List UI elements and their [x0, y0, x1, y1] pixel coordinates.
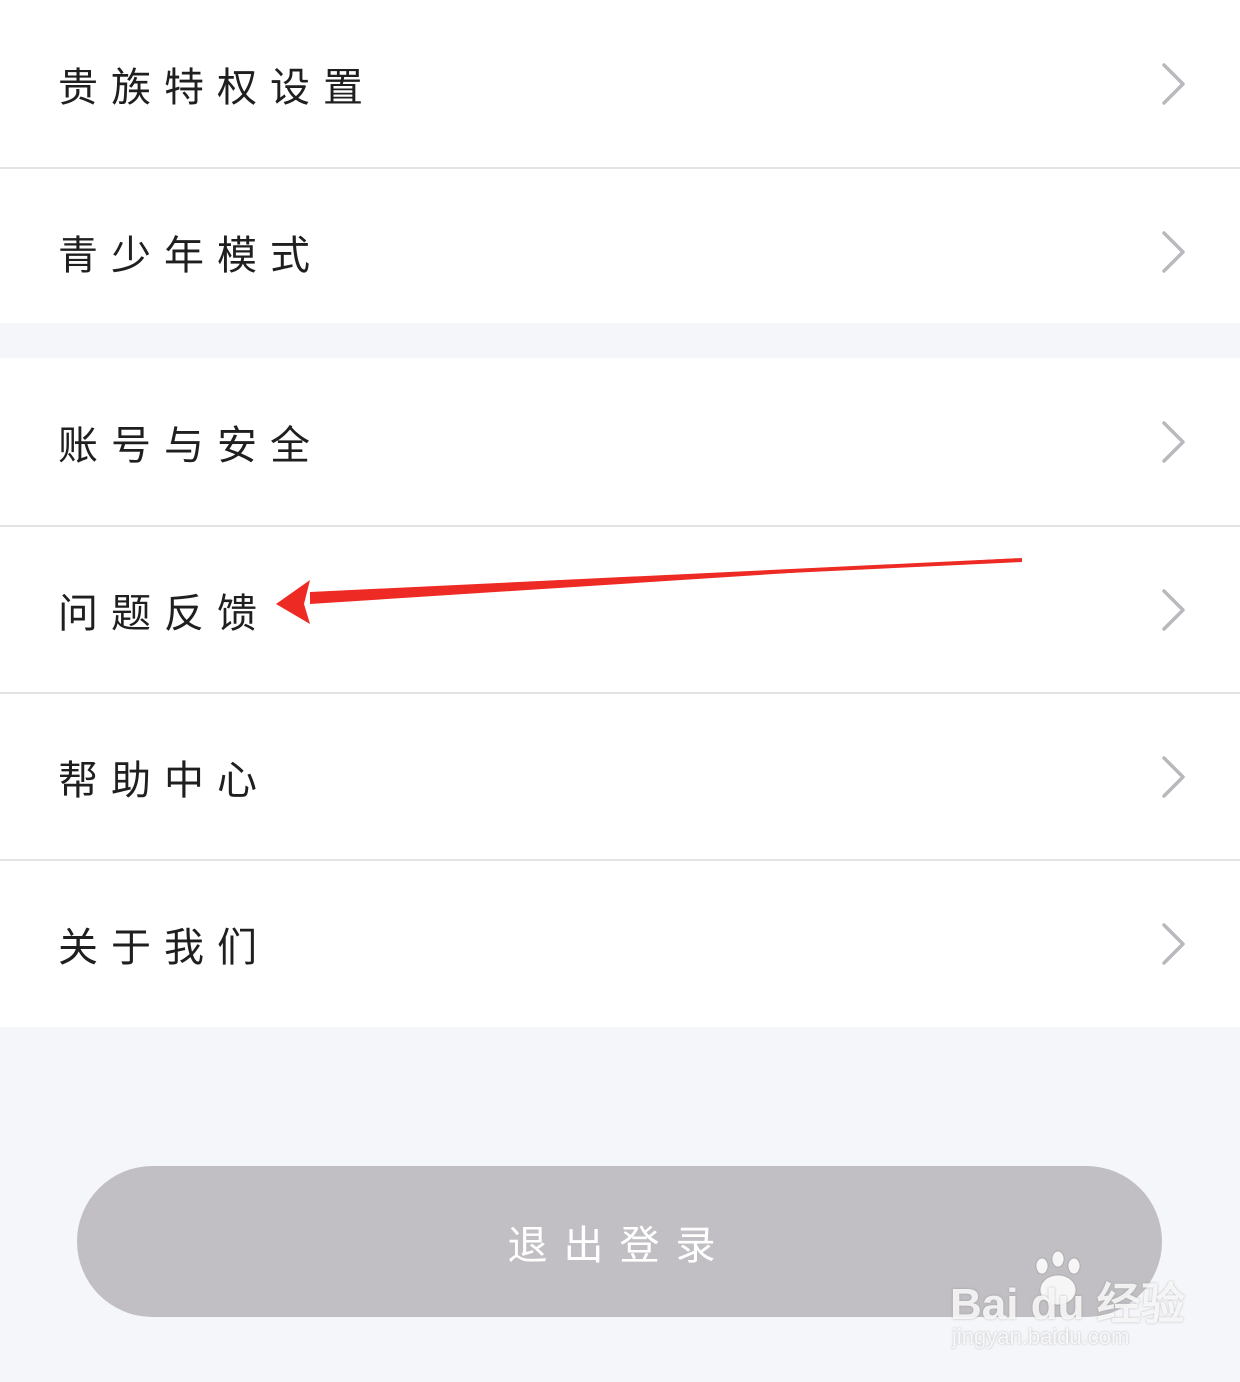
- settings-row-label: 关于我们: [58, 924, 270, 971]
- settings-row-help-center[interactable]: 帮助中心: [0, 692, 1240, 859]
- settings-row-about-us[interactable]: 关于我们: [0, 859, 1240, 1026]
- settings-group-1: 贵族特权设置 青少年模式: [0, 0, 1240, 323]
- settings-row-noble-privileges[interactable]: 贵族特权设置: [0, 0, 1240, 167]
- logout-button[interactable]: 退出登录: [77, 1166, 1162, 1317]
- settings-row-label: 账号与安全: [58, 422, 323, 469]
- settings-row-teen-mode[interactable]: 青少年模式: [0, 167, 1240, 334]
- settings-row-label: 贵族特权设置: [58, 64, 376, 111]
- settings-row-label: 青少年模式: [58, 232, 323, 279]
- chevron-right-icon: [1162, 420, 1185, 463]
- settings-row-label: 帮助中心: [58, 757, 270, 804]
- annotation-arrow-icon: [276, 558, 1022, 624]
- settings-row-account-security[interactable]: 账号与安全: [0, 358, 1240, 525]
- chevron-right-icon: [1162, 230, 1185, 273]
- chevron-right-icon: [1162, 755, 1185, 798]
- settings-group-2: 账号与安全 问题反馈 帮助中心 关于我们: [0, 358, 1240, 1027]
- chevron-right-icon: [1162, 62, 1185, 105]
- watermark-sub-text: jingyan.baidu.com: [952, 1324, 1130, 1349]
- logout-button-label: 退出登录: [507, 1222, 732, 1269]
- settings-row-label: 问题反馈: [58, 590, 270, 637]
- chevron-right-icon: [1162, 922, 1185, 965]
- chevron-right-icon: [1162, 588, 1185, 631]
